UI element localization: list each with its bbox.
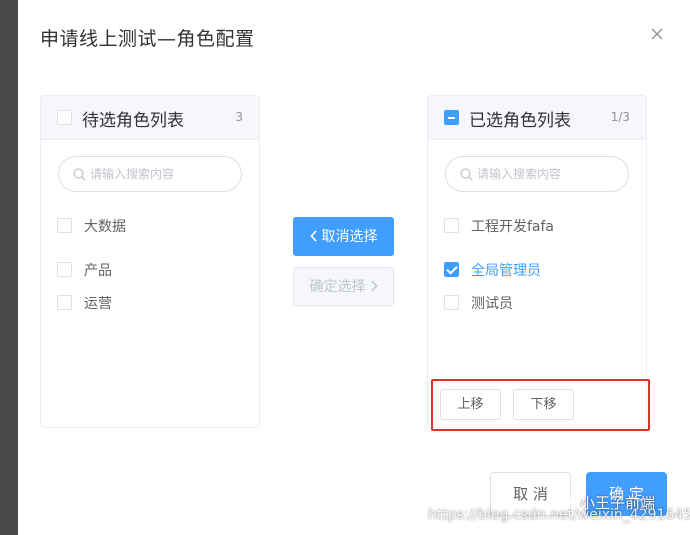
selected-roles-title: 已选角色列表 — [469, 111, 571, 131]
move-down-button[interactable]: 下移 — [513, 389, 574, 420]
selected-roles-search — [445, 156, 629, 192]
selected-roles-header: 已选角色列表 1/3 — [428, 96, 646, 140]
select-all-available-checkbox[interactable] — [57, 110, 72, 125]
list-item-checkbox[interactable] — [444, 295, 459, 310]
list-item-checkbox[interactable] — [444, 218, 459, 233]
list-item-checkbox[interactable] — [444, 262, 459, 277]
cancel-select-button[interactable]: 取消选择 — [293, 217, 394, 256]
available-roles-header: 待选角色列表 3 — [41, 96, 259, 140]
selected-roles-search-input[interactable] — [477, 165, 622, 183]
list-item-label: 测试员 — [471, 296, 513, 312]
selected-roles-count: 1/3 — [610, 110, 630, 124]
close-icon[interactable] — [650, 27, 664, 41]
sort-buttons-highlight: 上移 下移 — [431, 379, 650, 431]
role-config-dialog: 申请线上测试—角色配置 待选角色列表 3 大数据 产品 运营 — [18, 0, 690, 535]
search-icon — [73, 168, 86, 181]
available-roles-count: 3 — [235, 110, 243, 124]
cancel-select-label: 取消选择 — [321, 229, 378, 245]
list-item-label: 产品 — [84, 263, 112, 279]
modal-backdrop — [0, 0, 18, 535]
list-item-label: 工程开发fafa — [471, 219, 555, 235]
available-roles-panel: 待选角色列表 3 大数据 产品 运营 — [40, 95, 260, 428]
available-roles-search — [58, 156, 242, 192]
list-item-label: 运营 — [84, 296, 112, 312]
chevron-left-icon — [309, 230, 317, 242]
confirm-select-label: 确定选择 — [309, 279, 366, 295]
select-all-selected-checkbox[interactable] — [444, 110, 459, 125]
dialog-title: 申请线上测试—角色配置 — [40, 28, 255, 50]
list-item-checkbox[interactable] — [57, 295, 72, 310]
available-roles-title: 待选角色列表 — [82, 111, 184, 131]
watermark-url: https://blog.csdn.net/weixin_42916452 — [428, 507, 690, 523]
search-icon — [460, 168, 473, 181]
available-roles-search-input[interactable] — [90, 165, 235, 183]
move-up-button[interactable]: 上移 — [440, 389, 501, 420]
list-item-checkbox[interactable] — [57, 218, 72, 233]
list-item-label: 大数据 — [84, 219, 126, 235]
list-item-checkbox[interactable] — [57, 262, 72, 277]
chevron-right-icon — [370, 280, 378, 292]
confirm-select-button[interactable]: 确定选择 — [293, 267, 394, 306]
list-item-label: 全局管理员 — [471, 263, 541, 279]
